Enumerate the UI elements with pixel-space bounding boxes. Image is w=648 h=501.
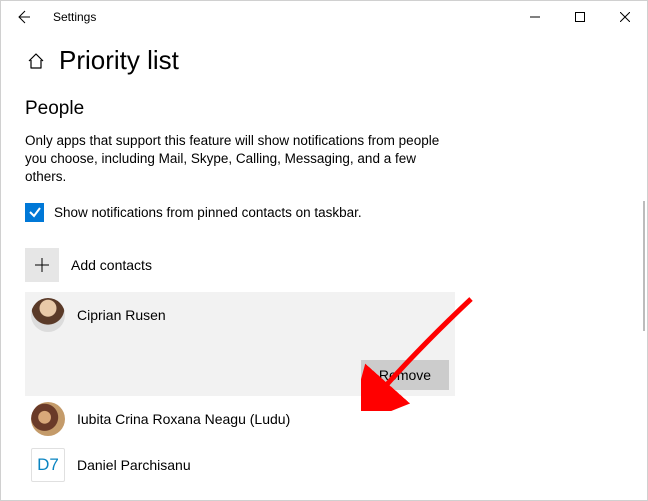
close-icon (620, 12, 630, 22)
contact-row: D7 Daniel Parchisanu (31, 448, 449, 482)
close-button[interactable] (602, 2, 647, 32)
add-contacts-label: Add contacts (71, 257, 152, 273)
contact-name: Iubita Crina Roxana Neagu (Ludu) (77, 411, 290, 427)
minimize-button[interactable] (512, 2, 557, 32)
taskbar-notifications-checkbox[interactable] (25, 203, 44, 222)
content-area: Priority list People Only apps that supp… (1, 45, 647, 488)
add-contacts-row[interactable]: Add contacts (25, 248, 623, 282)
page-header: Priority list (25, 45, 623, 76)
avatar: D7 (31, 448, 65, 482)
titlebar: Settings (1, 1, 647, 33)
window-buttons (512, 2, 647, 32)
section-description: Only apps that support this feature will… (25, 132, 455, 187)
checkbox-label: Show notifications from pinned contacts … (54, 205, 362, 220)
maximize-button[interactable] (557, 2, 602, 32)
scrollbar[interactable] (643, 201, 645, 331)
section-heading: People (25, 98, 623, 120)
home-icon (27, 52, 45, 70)
arrow-left-icon (15, 9, 31, 25)
plus-icon (34, 257, 50, 273)
contact-row: Ciprian Rusen (31, 298, 449, 332)
maximize-icon (575, 12, 585, 22)
add-contacts-button[interactable] (25, 248, 59, 282)
avatar (31, 298, 65, 332)
contact-item[interactable]: D7 Daniel Parchisanu (25, 442, 455, 488)
contact-item[interactable]: Iubita Crina Roxana Neagu (Ludu) (25, 396, 455, 442)
checkbox-row: Show notifications from pinned contacts … (25, 203, 623, 222)
contact-item[interactable]: Ciprian Rusen Remove (25, 292, 455, 396)
avatar (31, 402, 65, 436)
minimize-icon (530, 12, 540, 22)
contact-name: Ciprian Rusen (77, 307, 166, 323)
page-title: Priority list (59, 45, 179, 76)
checkmark-icon (28, 205, 42, 219)
home-button[interactable] (25, 50, 47, 72)
contact-name: Daniel Parchisanu (77, 457, 191, 473)
back-button[interactable] (9, 3, 37, 31)
window-title: Settings (53, 10, 96, 24)
contact-row: Iubita Crina Roxana Neagu (Ludu) (31, 402, 449, 436)
remove-button[interactable]: Remove (361, 360, 449, 390)
